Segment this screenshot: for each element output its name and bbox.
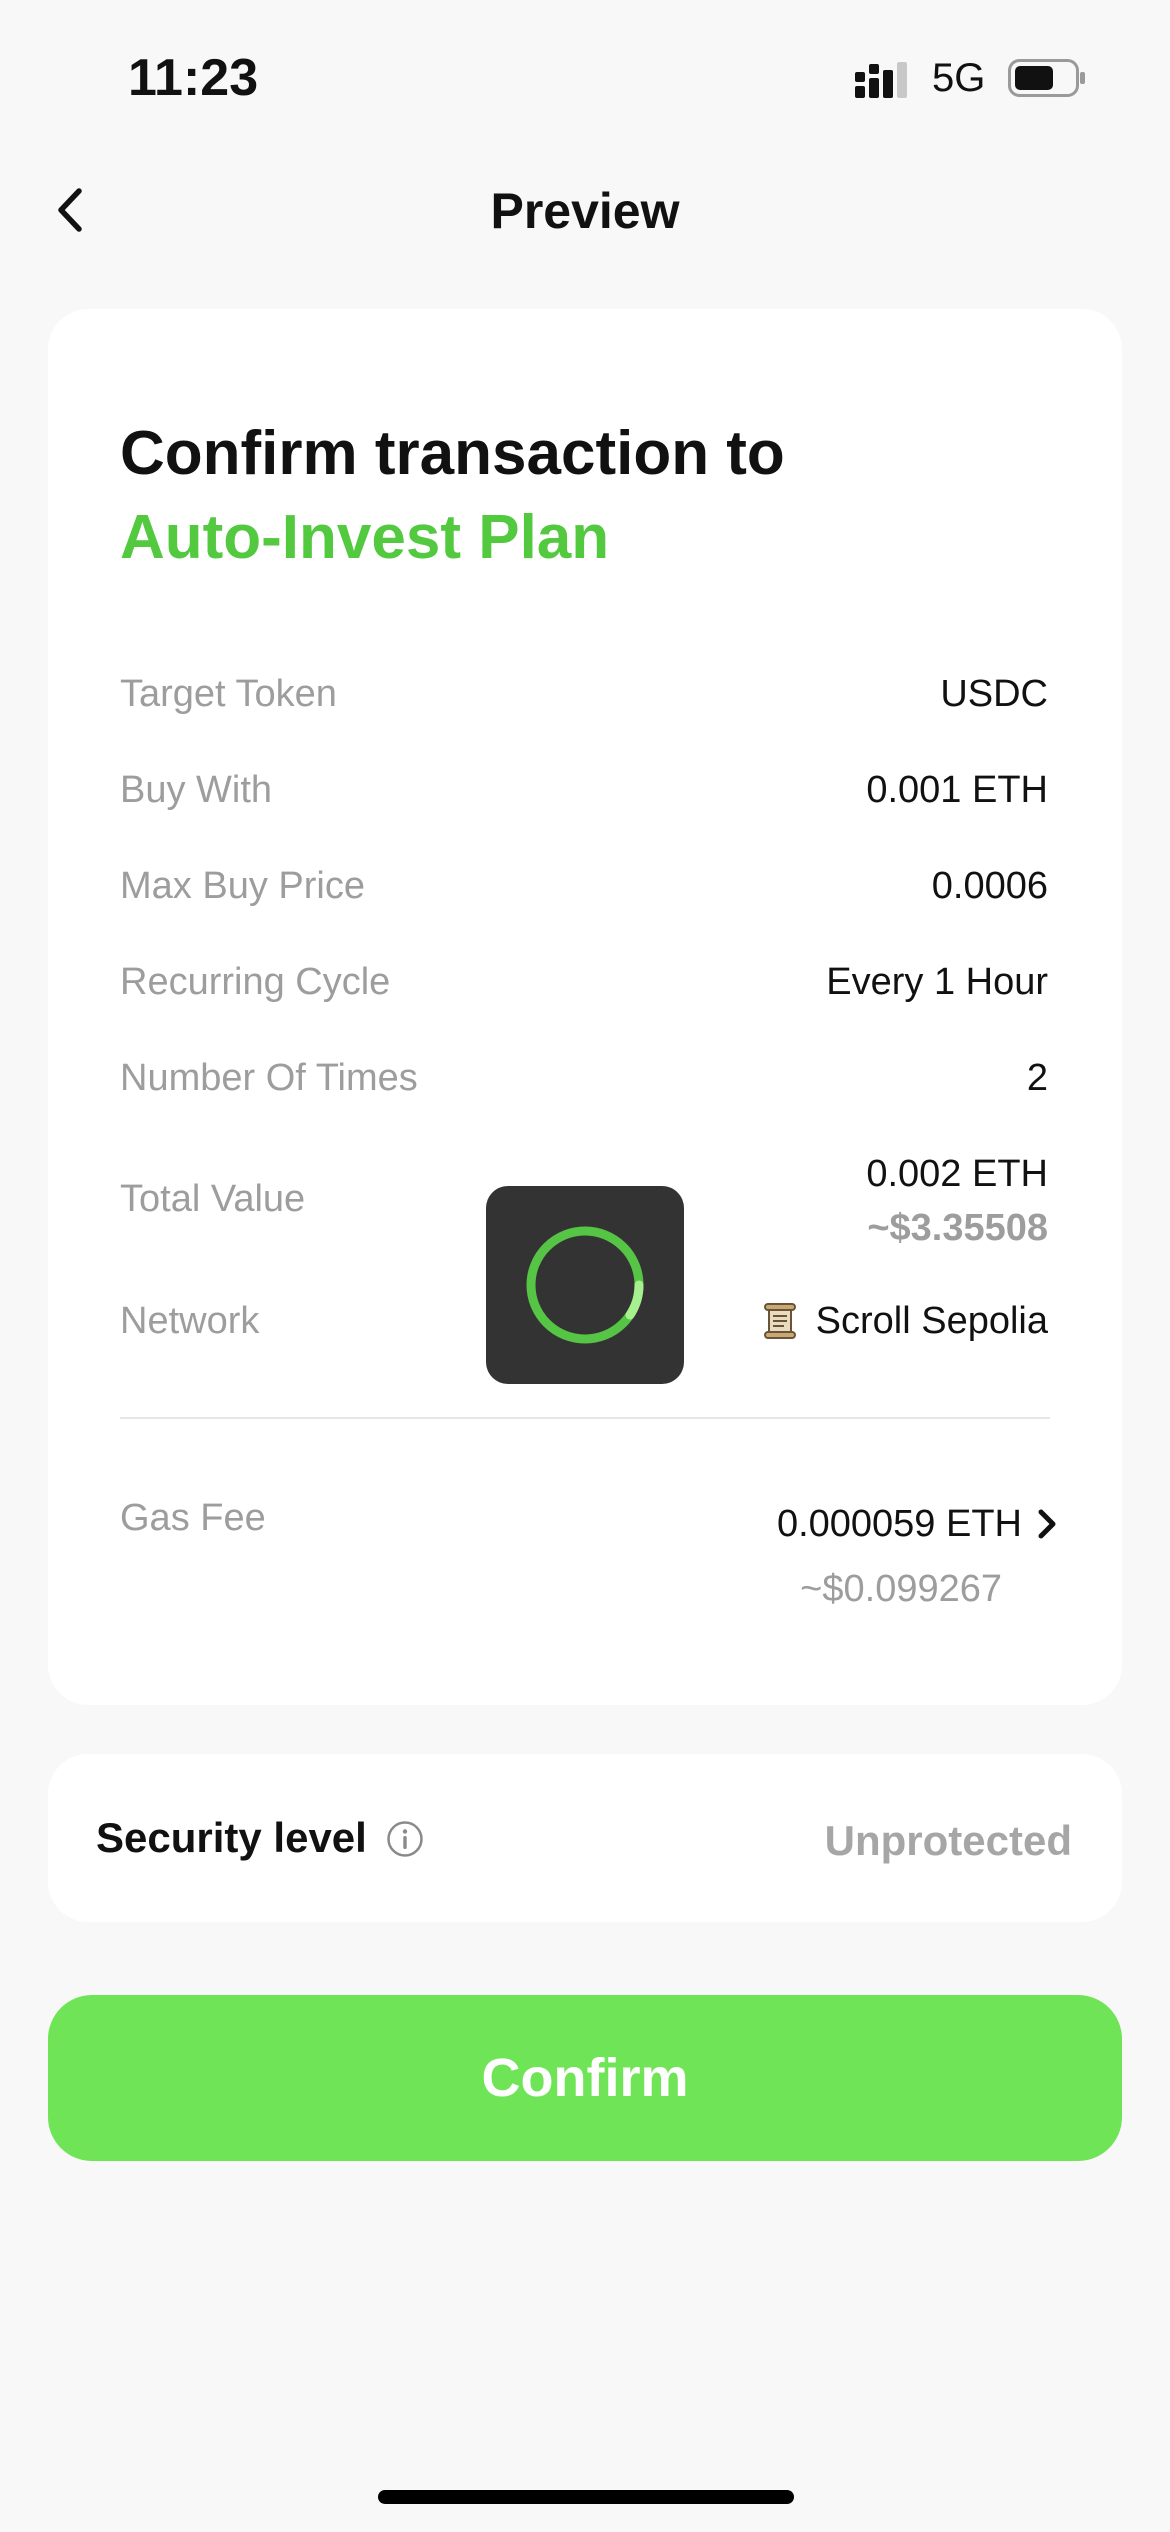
total-value-eth: 0.002 ETH <box>866 1153 1048 1195</box>
gas-fee-usd: ~$0.099267 <box>800 1568 1002 1610</box>
max-buy-price-value: 0.0006 <box>931 865 1048 907</box>
number-of-times-value: 2 <box>1026 1057 1048 1099</box>
buy-with-value: 0.001 ETH <box>866 769 1048 811</box>
security-level-label: Security level <box>96 1814 367 1861</box>
loading-indicator <box>486 1186 684 1384</box>
total-value-usd: ~$3.35508 <box>867 1207 1048 1249</box>
gas-fee-label: Gas Fee <box>120 1497 266 1539</box>
scroll-icon <box>763 1303 796 1339</box>
network-type: 5G <box>932 56 986 100</box>
total-value-label: Total Value <box>120 1178 306 1220</box>
battery-icon <box>1008 59 1085 97</box>
page-title: Preview <box>490 183 680 239</box>
cellular-signal-icon <box>855 62 907 98</box>
network-value: Scroll Sepolia <box>760 1297 1048 1345</box>
max-buy-price-label: Max Buy Price <box>120 865 365 907</box>
network-name: Scroll Sepolia <box>815 1300 1048 1342</box>
recurring-cycle-label: Recurring Cycle <box>120 961 391 1003</box>
security-level-value: Unprotected <box>824 1817 1072 1864</box>
network-label: Network <box>120 1300 260 1342</box>
confirm-button[interactable]: Confirm <box>48 1995 1122 2161</box>
loading-spinner-icon <box>526 1226 644 1344</box>
recurring-cycle-value: Every 1 Hour <box>826 961 1048 1003</box>
home-indicator <box>378 2490 794 2504</box>
target-token-value: USDC <box>940 673 1048 715</box>
confirm-heading: Confirm transaction to <box>120 419 785 488</box>
divider <box>120 1417 1050 1419</box>
number-of-times-label: Number Of Times <box>120 1057 418 1099</box>
plan-name-heading: Auto-Invest Plan <box>120 503 610 572</box>
gas-fee-value: 0.000059 ETH <box>776 1503 1022 1545</box>
status-time: 11:23 <box>128 49 259 107</box>
gas-fee-button[interactable]: 0.000059 ETH <box>777 1498 1058 1550</box>
target-token-label: Target Token <box>120 673 337 715</box>
info-icon[interactable] <box>386 1820 424 1858</box>
chevron-right-icon <box>1038 1509 1056 1539</box>
buy-with-label: Buy With <box>120 769 273 811</box>
